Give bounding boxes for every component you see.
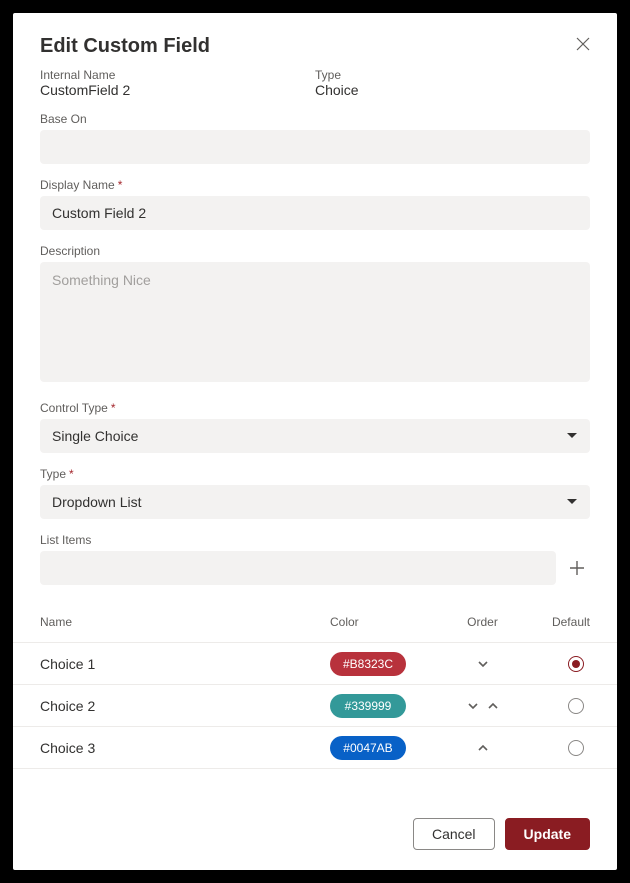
controltype-select[interactable]: Single Choice <box>40 419 590 453</box>
table-row: Choice 3#0047AB <box>13 727 617 769</box>
controltype-value: Single Choice <box>52 428 138 444</box>
row-default <box>525 740 590 756</box>
move-up-icon[interactable] <box>486 699 500 713</box>
color-pill[interactable]: #B8323C <box>330 652 406 676</box>
col-name: Name <box>40 615 330 629</box>
listtype-field: Type* Dropdown List <box>40 467 590 519</box>
row-default <box>525 656 590 672</box>
displayname-label: Display Name* <box>40 178 590 192</box>
table-row: Choice 2#339999 <box>13 685 617 727</box>
row-order <box>440 657 525 671</box>
row-name: Choice 3 <box>40 740 330 756</box>
chevron-down-icon <box>566 496 578 508</box>
default-radio[interactable] <box>568 740 584 756</box>
update-button[interactable]: Update <box>505 818 590 850</box>
move-up-icon[interactable] <box>476 741 490 755</box>
move-down-icon[interactable] <box>466 699 480 713</box>
row-color: #0047AB <box>330 736 440 760</box>
color-pill[interactable]: #0047AB <box>330 736 406 760</box>
listtype-value: Dropdown List <box>52 494 142 510</box>
row-name: Choice 1 <box>40 656 330 672</box>
default-radio[interactable] <box>568 656 584 672</box>
description-label: Description <box>40 244 590 258</box>
info-row: Internal Name CustomField 2 Type Choice <box>40 68 590 98</box>
col-order: Order <box>440 615 525 629</box>
row-default <box>525 698 590 714</box>
internal-name-block: Internal Name CustomField 2 <box>40 68 315 98</box>
baseon-input[interactable] <box>40 130 590 164</box>
items-table: Name Color Order Default Choice 1#B8323C… <box>13 601 617 769</box>
listtype-label: Type* <box>40 467 590 481</box>
move-down-icon[interactable] <box>476 657 490 671</box>
baseon-label: Base On <box>40 112 590 126</box>
row-color: #339999 <box>330 694 440 718</box>
dialog-footer: Cancel Update <box>40 818 590 850</box>
listitems-label: List Items <box>40 533 590 547</box>
type-label: Type <box>315 68 590 82</box>
type-block: Type Choice <box>315 68 590 98</box>
row-name: Choice 2 <box>40 698 330 714</box>
listitems-input[interactable] <box>40 551 556 585</box>
description-field: Description <box>40 244 590 387</box>
add-item-button[interactable] <box>564 555 590 581</box>
table-row: Choice 1#B8323C <box>13 643 617 685</box>
listtype-select[interactable]: Dropdown List <box>40 485 590 519</box>
items-header: Name Color Order Default <box>13 601 617 643</box>
default-radio[interactable] <box>568 698 584 714</box>
col-color: Color <box>330 615 440 629</box>
dialog-title: Edit Custom Field <box>40 35 210 58</box>
displayname-input[interactable] <box>40 196 590 230</box>
color-pill[interactable]: #339999 <box>330 694 406 718</box>
row-color: #B8323C <box>330 652 440 676</box>
listitems-field: List Items <box>40 533 590 585</box>
type-value: Choice <box>315 82 590 98</box>
row-order <box>440 741 525 755</box>
displayname-field: Display Name* <box>40 178 590 230</box>
cancel-button[interactable]: Cancel <box>413 818 495 850</box>
internal-name-value: CustomField 2 <box>40 82 315 98</box>
row-order <box>440 699 525 713</box>
col-default: Default <box>525 615 590 629</box>
controltype-label: Control Type* <box>40 401 590 415</box>
internal-name-label: Internal Name <box>40 68 315 82</box>
controltype-field: Control Type* Single Choice <box>40 401 590 453</box>
close-icon[interactable] <box>576 35 590 56</box>
description-input[interactable] <box>40 262 590 382</box>
dialog-header: Edit Custom Field <box>40 35 590 68</box>
edit-custom-field-dialog: Edit Custom Field Internal Name CustomFi… <box>13 13 617 870</box>
chevron-down-icon <box>566 430 578 442</box>
baseon-field: Base On <box>40 112 590 164</box>
